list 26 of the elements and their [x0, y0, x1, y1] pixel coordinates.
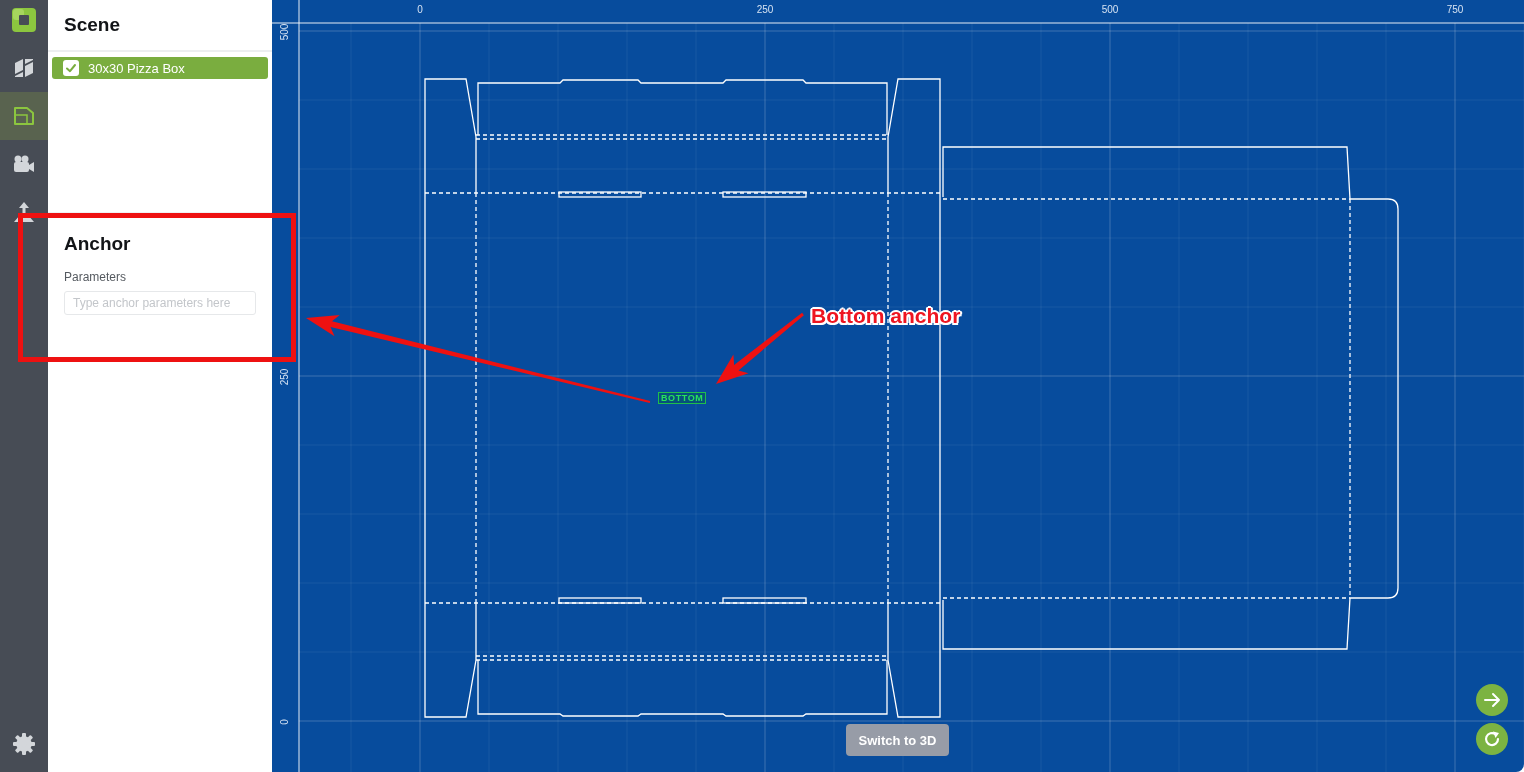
logo-icon [12, 8, 36, 32]
refresh-icon [1483, 730, 1501, 748]
scene-item-label: 30x30 Pizza Box [88, 60, 185, 76]
scene-item[interactable]: 30x30 Pizza Box [52, 57, 268, 79]
ruler-label: 0 [279, 719, 291, 725]
arrow-right-icon [1483, 691, 1501, 709]
field-label: Parameters [64, 269, 127, 285]
upload-icon [12, 200, 36, 224]
ruler-label: 500 [279, 23, 291, 41]
ruler-label: 750 [1446, 4, 1464, 16]
cube-faces-icon [12, 56, 36, 80]
section-title: Anchor [64, 233, 131, 255]
sidebar-tab[interactable] [0, 92, 48, 140]
box-net-icon [12, 104, 36, 128]
ruler-label: 250 [279, 368, 291, 386]
next-button[interactable] [1476, 684, 1508, 716]
input-field[interactable]: Type anchor parameters here [64, 291, 256, 315]
anchor-tag[interactable]: BOTTOM [658, 392, 707, 404]
refresh-button[interactable] [1476, 723, 1508, 755]
checkbox[interactable] [63, 60, 79, 76]
check-icon [65, 62, 77, 74]
ruler-label: 0 [417, 4, 423, 16]
ruler-label: 500 [1101, 4, 1119, 16]
panel-title: Scene [64, 14, 120, 36]
switch-view-button[interactable]: Switch to 3D [846, 724, 949, 756]
ruler-label: 250 [756, 4, 774, 16]
